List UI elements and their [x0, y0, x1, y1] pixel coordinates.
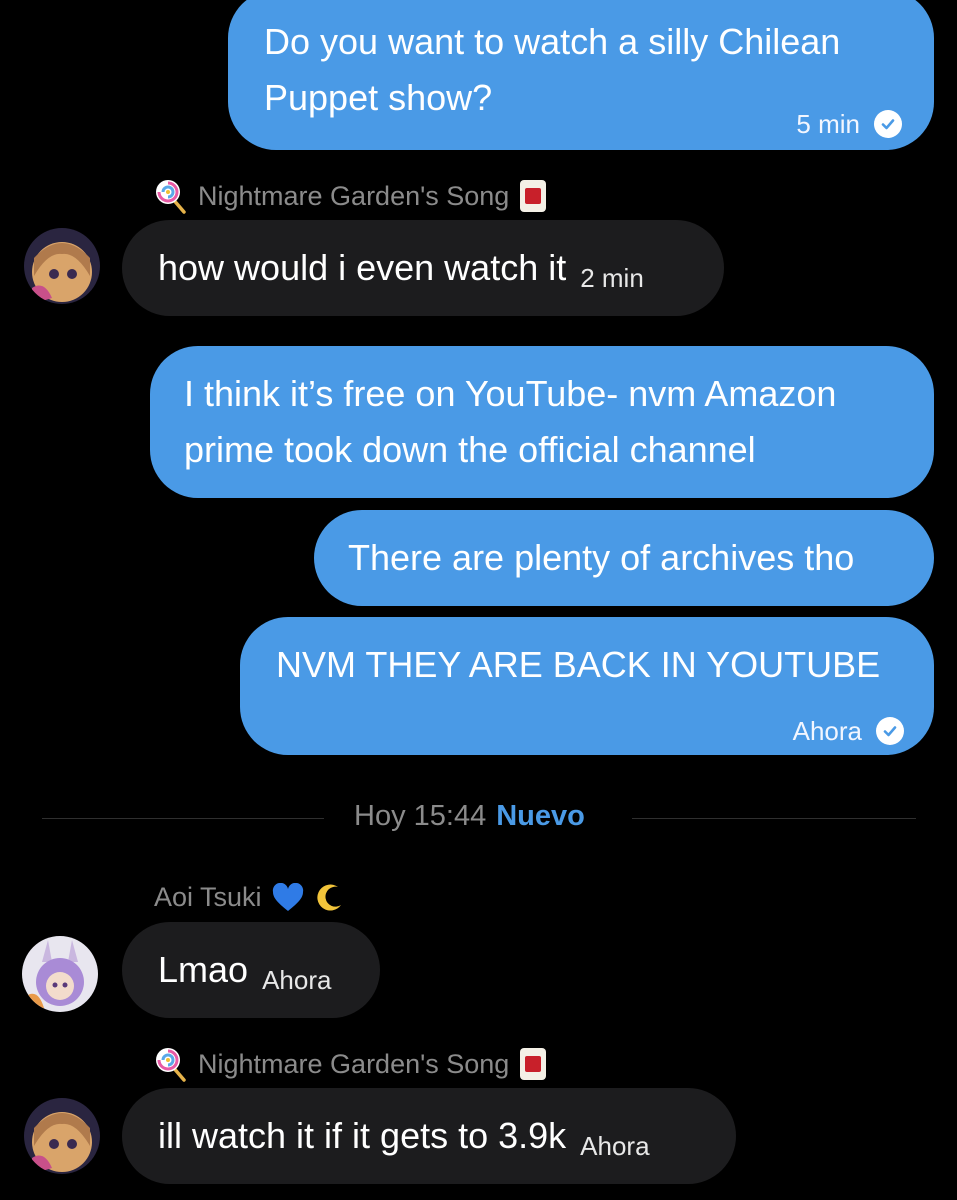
- mahjong-tile-icon: [519, 1047, 547, 1081]
- outgoing-message-bubble[interactable]: I think it’s free on YouTube- nvm Amazon…: [150, 346, 934, 498]
- new-label: Nuevo: [496, 800, 585, 832]
- crescent-moon-icon: [314, 883, 344, 913]
- message-timestamp: Ahora: [792, 716, 862, 746]
- outgoing-message-bubble[interactable]: There are plenty of archives tho: [314, 510, 934, 606]
- divider-line: [632, 818, 916, 819]
- check-circle-icon: [876, 717, 904, 745]
- message-timestamp: Ahora: [262, 965, 332, 995]
- avatar[interactable]: [24, 1098, 100, 1174]
- message-timestamp: 5 min: [796, 109, 860, 139]
- mahjong-tile-icon: [519, 179, 547, 213]
- blue-heart-icon: [272, 882, 304, 913]
- message-text: There are plenty of archives tho: [348, 537, 855, 578]
- sender-label: Nightmare Garden's Song: [198, 1048, 510, 1079]
- message-timestamp: Ahora: [580, 1131, 650, 1161]
- outgoing-message-bubble[interactable]: Do you want to watch a silly Chilean Pup…: [228, 0, 934, 150]
- message-text: how would i even watch it: [158, 247, 567, 288]
- new-messages-divider: Hoy 15:44 Nuevo: [354, 800, 585, 833]
- check-circle-icon: [874, 110, 902, 138]
- sender-name: Nightmare Garden's Song: [154, 1046, 547, 1082]
- sender-name: Nightmare Garden's Song: [154, 178, 547, 214]
- message-status: 5 min: [796, 96, 902, 152]
- lollipop-icon: [154, 178, 188, 214]
- message-text-line: Do you want to watch a silly Chilean: [264, 21, 841, 62]
- sender-name: Aoi Tsuki: [154, 882, 344, 913]
- divider-line: [42, 818, 324, 819]
- divider-time: Hoy 15:44: [354, 800, 487, 832]
- avatar[interactable]: [24, 228, 100, 304]
- message-text: NVM THEY ARE BACK IN YOUTUBE: [276, 644, 881, 685]
- incoming-message-bubble[interactable]: how would i even watch it 2 min: [122, 220, 724, 316]
- lollipop-icon: [154, 1046, 188, 1082]
- sender-label: Nightmare Garden's Song: [198, 180, 510, 211]
- avatar[interactable]: [22, 936, 98, 1012]
- message-status: Ahora: [793, 703, 904, 759]
- message-timestamp: 2 min: [580, 263, 644, 293]
- sender-label: Aoi Tsuki: [154, 882, 262, 912]
- outgoing-message-bubble[interactable]: NVM THEY ARE BACK IN YOUTUBE Ahora: [240, 617, 934, 755]
- incoming-message-bubble[interactable]: ill watch it if it gets to 3.9k Ahora: [122, 1088, 736, 1184]
- message-text-line: prime took down the official channel: [184, 429, 756, 470]
- message-text: ill watch it if it gets to 3.9k: [158, 1115, 567, 1156]
- message-text-line: I think it’s free on YouTube- nvm Amazon: [184, 373, 837, 414]
- incoming-message-bubble[interactable]: Lmao Ahora: [122, 922, 380, 1018]
- message-text: Lmao: [158, 949, 249, 990]
